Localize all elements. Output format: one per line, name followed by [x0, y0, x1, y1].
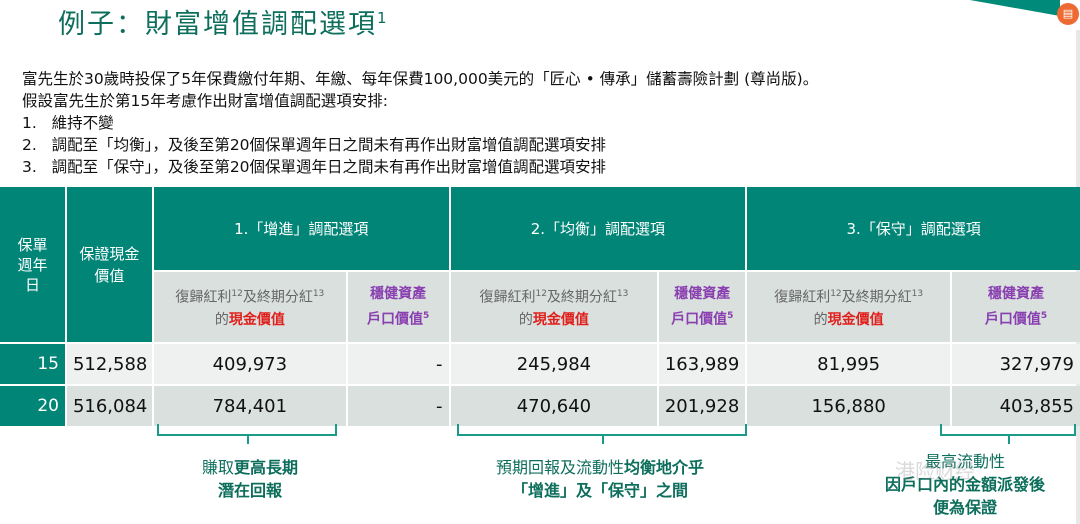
table-cell: - — [347, 386, 449, 426]
subheader-bonus-cash-value: 復歸紅利12及終期分紅13 的現金價值 — [747, 272, 951, 342]
table-cell: 470,640 — [450, 386, 658, 426]
header-guaranteed: 保證現金價值 — [66, 187, 152, 342]
bracket — [157, 424, 337, 444]
policy-year: 15 — [0, 344, 65, 384]
table-cell: 403,855 — [952, 386, 1080, 426]
table-cell: 156,880 — [747, 386, 951, 426]
header-option-growth: 1.「增進」調配選項 — [153, 187, 449, 270]
corner-decoration — [970, 0, 1060, 16]
intro-line: 假設富先生於第15年考慮作出財富增值調配選項安排: — [22, 92, 388, 110]
subheader-bonus-cash-value: 復歸紅利12及終期分紅13 的現金價值 — [450, 272, 658, 342]
table-cell: 201,928 — [659, 386, 746, 426]
table-cell: 784,401 — [153, 386, 346, 426]
header-option-balanced: 2.「均衡」調配選項 — [450, 187, 746, 270]
note-growth: 賺取更高長期 潛在回報 — [201, 458, 299, 500]
allocation-table: 保單週年日 保證現金價值 1.「增進」調配選項 2.「均衡」調配選項 3.「保守… — [0, 185, 1080, 428]
subheader-stable-account: 穩健資產 戶口價值5 — [952, 272, 1080, 342]
table-cell: 409,973 — [153, 344, 346, 384]
bracket — [940, 424, 1076, 444]
policy-year: 20 — [0, 386, 65, 426]
intro-line: 富先生於30歲時投保了5年保費繳付年期、年繳、每年保費100,000美元的「匠心… — [22, 70, 819, 88]
watermark: 港险财经 — [895, 459, 975, 483]
intro-text: 富先生於30歲時投保了5年保費繳付年期、年繳、每年保費100,000美元的「匠心… — [22, 68, 818, 178]
subheader-stable-account: 穩健資產 戶口價值5 — [659, 272, 746, 342]
table-cell: 245,984 — [450, 344, 658, 384]
bracket — [457, 424, 747, 444]
header-option-conservative: 3.「保守」調配選項 — [747, 187, 1080, 270]
guaranteed-value: 512,588 — [66, 344, 152, 384]
intro-line: 3. 調配至「保守」，及後至第20個保單週年日之間未有再作出財富增值調配選項安排 — [22, 158, 607, 176]
intro-line: 1. 維持不變 — [22, 114, 114, 132]
table-cell: 327,979 — [952, 344, 1080, 384]
intro-line: 2. 調配至「均衡」，及後至第20個保單週年日之間未有再作出財富增值調配選項安排 — [22, 136, 607, 154]
note-balanced: 預期回報及流動性均衡地介乎 「增進」及「保守」之間 — [495, 458, 705, 500]
table-cell: 81,995 — [747, 344, 951, 384]
document-icon[interactable]: ▤ — [1057, 3, 1079, 25]
table-cell: - — [347, 344, 449, 384]
subheader-stable-account: 穩健資產 戶口價值5 — [347, 272, 449, 342]
page-title: 例子：財富增值調配選項1 — [58, 9, 389, 40]
subheader-bonus-cash-value: 復歸紅利12及終期分紅13 的現金價值 — [153, 272, 346, 342]
header-year: 保單週年日 — [0, 187, 65, 342]
guaranteed-value: 516,084 — [66, 386, 152, 426]
table-cell: 163,989 — [659, 344, 746, 384]
